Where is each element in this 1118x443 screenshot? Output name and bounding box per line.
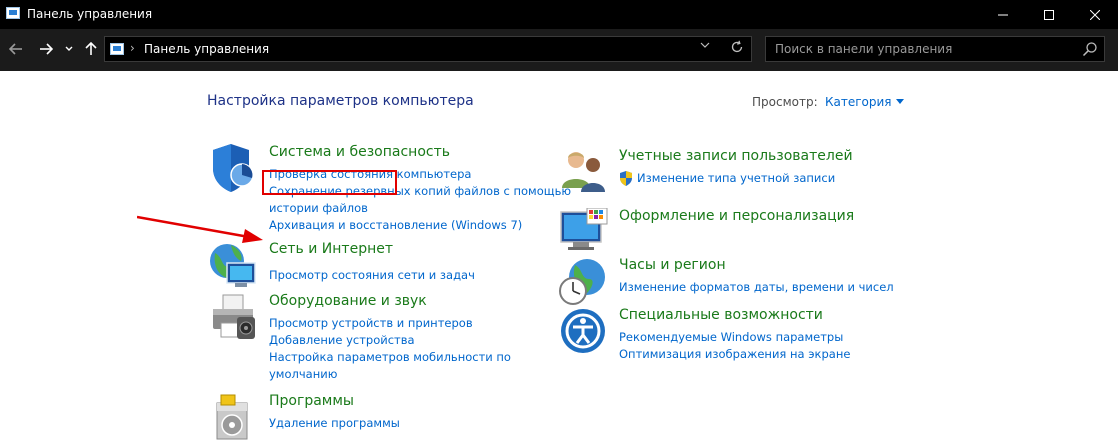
link-change-account-type-label: Изменение типа учетной записи [637, 171, 836, 185]
link-mobility-settings[interactable]: Настройка параметров мобильности по [269, 349, 511, 366]
breadcrumb-separator: › [130, 41, 135, 55]
page-title: Настройка параметров компьютера [207, 93, 474, 109]
refresh-icon [731, 40, 743, 53]
link-optimize-display[interactable]: Оптимизация изображения на экране [619, 346, 850, 363]
monitor-palette-icon [560, 208, 608, 250]
category-links: Просмотр устройств и принтеров Добавлени… [269, 315, 511, 383]
breadcrumb-control-panel[interactable]: Панель управления [144, 42, 269, 56]
category-title-user-accounts[interactable]: Учетные записи пользователей [619, 148, 853, 164]
category-title-programs[interactable]: Программы [269, 393, 354, 409]
category-hardware-sound: Оборудование и звук Просмотр устройств и… [209, 293, 569, 383]
category-title-system-security[interactable]: Система и безопасность [269, 144, 450, 160]
link-change-date-time-formats[interactable]: Изменение форматов даты, времени и чисел [619, 279, 894, 296]
chevron-down-icon [65, 46, 73, 51]
category-title-appearance-personalization[interactable]: Оформление и персонализация [619, 208, 854, 224]
recent-locations-button[interactable] [62, 37, 76, 61]
network-globe-icon [210, 244, 256, 287]
link-backup-restore-win7[interactable]: Архивация и восстановление (Windows 7) [269, 217, 571, 234]
highlight-box [262, 170, 397, 195]
link-file-history-backup-cont[interactable]: истории файлов [269, 200, 571, 217]
category-network-internet: Сеть и Интернет Просмотр состояния сети … [209, 241, 569, 287]
search-icon[interactable] [1082, 41, 1098, 57]
close-icon [1090, 9, 1100, 20]
category-links: Рекомендуемые Windows параметры Оптимиза… [619, 329, 850, 363]
view-by-label: Просмотр: [752, 95, 818, 109]
link-devices-printers[interactable]: Просмотр устройств и принтеров [269, 315, 511, 332]
category-links: Просмотр состояния сети и задач [269, 267, 475, 284]
link-uninstall-program[interactable]: Удаление программы [269, 415, 400, 432]
refresh-button[interactable] [729, 40, 745, 58]
minimize-button[interactable] [980, 0, 1026, 29]
link-mobility-settings-cont[interactable]: умолчанию [269, 366, 511, 383]
chevron-down-icon [700, 42, 710, 48]
title-bar[interactable]: Панель управления [0, 0, 1118, 29]
control-panel-app-icon [6, 7, 20, 19]
arrow-up-icon [85, 42, 97, 55]
arrow-left-icon [9, 43, 22, 55]
back-button[interactable] [6, 37, 26, 61]
content-area: Настройка параметров компьютера Просмотр… [0, 71, 1118, 443]
category-ease-of-access: Специальные возможности Рекомендуемые Wi… [559, 307, 919, 361]
category-user-accounts: Учетные записи пользователей Изменение т… [559, 148, 919, 193]
uac-shield-icon [620, 171, 632, 186]
category-title-hardware-sound[interactable]: Оборудование и звук [269, 293, 427, 309]
printer-icon [213, 294, 255, 339]
programs-icon [216, 394, 248, 440]
category-title-network-internet[interactable]: Сеть и Интернет [269, 241, 393, 257]
control-panel-location-icon [110, 43, 124, 55]
caret-down-icon [895, 99, 904, 104]
maximize-icon [1044, 9, 1054, 20]
annotation-arrow-icon [137, 215, 263, 243]
minimize-icon [998, 14, 1008, 15]
shield-icon [213, 144, 254, 192]
category-clock-region: Часы и регион Изменение форматов даты, в… [559, 257, 919, 307]
accessibility-icon [561, 309, 605, 353]
control-panel-window: Панель управления › Панель управления По… [0, 0, 1118, 443]
address-bar[interactable]: › Панель управления [104, 36, 752, 62]
category-title-clock-region[interactable]: Часы и регион [619, 257, 726, 273]
link-recommended-settings[interactable]: Рекомендуемые Windows параметры [619, 329, 850, 346]
address-history-button[interactable] [697, 41, 713, 57]
clock-globe-icon [559, 259, 605, 305]
link-change-account-type[interactable]: Изменение типа учетной записи [619, 170, 835, 187]
forward-button[interactable] [36, 37, 56, 61]
category-links: Изменение форматов даты, времени и чисел [619, 279, 894, 296]
category-title-ease-of-access[interactable]: Специальные возможности [619, 307, 823, 323]
category-links: Удаление программы [269, 415, 400, 432]
maximize-button[interactable] [1026, 0, 1072, 29]
view-by-value: Категория [825, 95, 892, 109]
search-box[interactable] [765, 36, 1105, 62]
users-icon [562, 152, 605, 192]
up-button[interactable] [82, 37, 100, 61]
view-by-dropdown[interactable]: Категория [825, 95, 904, 109]
link-add-device[interactable]: Добавление устройства [269, 332, 511, 349]
search-input[interactable] [766, 37, 1066, 61]
arrow-right-icon [40, 43, 53, 55]
link-network-status-tasks[interactable]: Просмотр состояния сети и задач [269, 267, 475, 284]
category-programs: Программы Удаление программы [209, 393, 569, 443]
window-title: Панель управления [27, 7, 153, 21]
category-appearance-personalization: Оформление и персонализация [559, 208, 919, 253]
close-button[interactable] [1072, 0, 1118, 29]
category-links: Изменение типа учетной записи [619, 170, 835, 187]
